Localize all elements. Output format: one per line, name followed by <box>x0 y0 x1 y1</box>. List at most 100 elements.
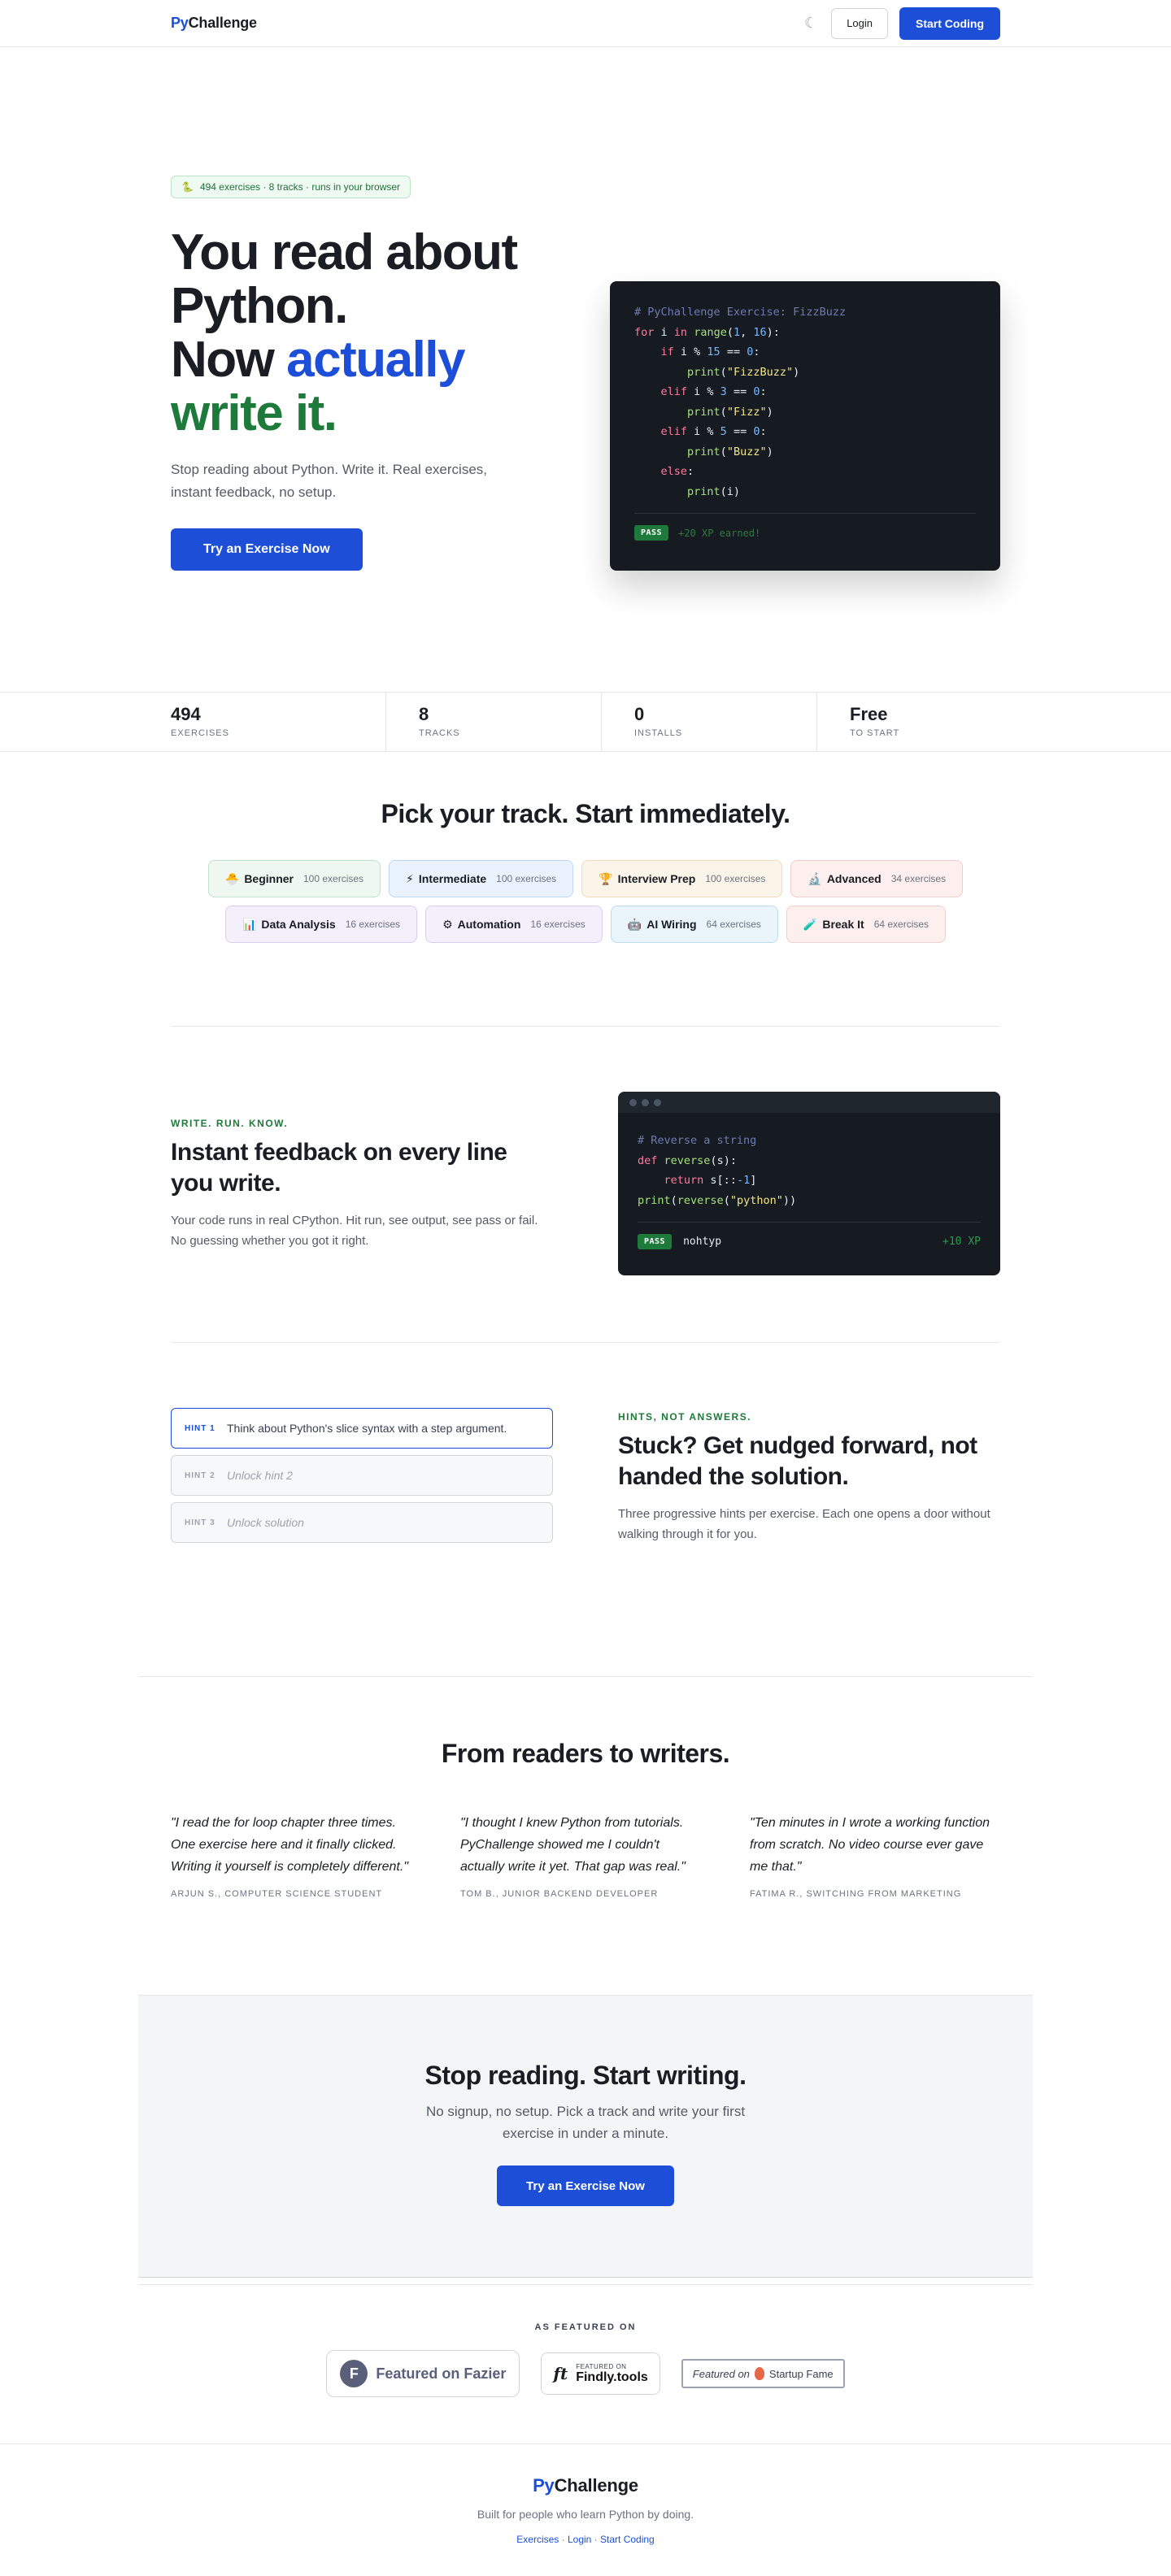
code-line: if i % 15 == 0: <box>660 345 760 358</box>
track-advanced[interactable]: 🔬 Advanced 34 exercises <box>790 860 964 897</box>
track-count: 16 exercises <box>530 919 586 930</box>
code-line: elif i % 5 == 0: <box>660 425 767 438</box>
track-name: Advanced <box>826 872 882 885</box>
separator: · <box>591 2534 601 2545</box>
code-line: print(reverse("python")) <box>638 1193 797 1207</box>
top-nav: PyChallenge ☾ Login Start Coding <box>0 0 1171 47</box>
track-automation[interactable]: ⚙ Automation 16 exercises <box>425 906 603 943</box>
hint-2[interactable]: HINT 2 Unlock hint 2 <box>171 1455 553 1496</box>
cta-button[interactable]: Try an Exercise Now <box>497 2165 674 2206</box>
fazier-badge[interactable]: F Featured on Fazier <box>326 2350 520 2397</box>
hero-title-actually: actually <box>286 332 465 388</box>
window-dot-icon <box>642 1098 649 1106</box>
hero-section: 🐍 494 exercises · 8 tracks · runs in you… <box>0 47 1171 692</box>
testimonial-list: "I read the for loop chapter three times… <box>171 1812 994 1899</box>
window-dot-icon <box>654 1098 661 1106</box>
code-comment: # Reverse a string <box>638 1134 757 1147</box>
code-line: for i in range(1, 16): <box>634 325 780 339</box>
testimonials-title: From readers to writers. <box>441 1739 730 1768</box>
track-icon: 🐣 <box>224 871 240 885</box>
track-interview-prep[interactable]: 🏆 Interview Prep 100 exercises <box>581 860 783 897</box>
track-icon: 🏆 <box>599 871 613 885</box>
quote-text: "I thought I knew Python from tutorials.… <box>460 1816 686 1874</box>
stat-value: 0 <box>634 704 645 724</box>
logo[interactable]: PyChallenge <box>171 15 257 32</box>
track-beginner[interactable]: 🐣 Beginner 100 exercises <box>207 860 381 897</box>
testimonial: "I read the for loop chapter three times… <box>171 1812 415 1899</box>
code-line: else: <box>660 465 694 478</box>
quote-text: "I read the for loop chapter three times… <box>171 1816 408 1874</box>
cta-subtitle: No signup, no setup. Pick a track and wr… <box>425 2104 746 2141</box>
track-icon: 🧪 <box>803 917 818 931</box>
terminal-output: nohtyp <box>683 1236 722 1248</box>
stat-exercises: 494 EXERCISES <box>171 693 386 751</box>
track-count: 64 exercises <box>873 919 929 930</box>
hint-tag: HINT 1 <box>185 1423 215 1433</box>
footer-link-login[interactable]: Login <box>568 2534 591 2545</box>
footer-link-start[interactable]: Start Coding <box>600 2534 655 2545</box>
code-line: return s[::-1] <box>664 1174 757 1187</box>
snake-icon: 🐍 <box>181 181 194 193</box>
hint-1[interactable]: HINT 1 Think about Python's slice syntax… <box>171 1408 553 1449</box>
footer-link-exercises[interactable]: Exercises <box>516 2534 559 2545</box>
track-name: Interview Prep <box>617 872 696 885</box>
stat-label: INSTALLS <box>634 728 683 738</box>
stats-bar: 494 EXERCISES 8 TRACKS 0 INSTALLS Free T… <box>0 692 1171 752</box>
code-line: def reverse(s): <box>638 1153 737 1167</box>
feedback-eyebrow: WRITE. RUN. KNOW. <box>171 1118 289 1129</box>
start-coding-button[interactable]: Start Coding <box>899 7 1000 40</box>
track-name: AI Wiring <box>646 918 697 931</box>
findly-text: FEATURED ON Findly.tools <box>576 2363 648 2385</box>
hints-body: Three progressive hints per exercise. Ea… <box>618 1507 990 1541</box>
track-count: 64 exercises <box>706 919 761 930</box>
track-icon: ⚡ <box>406 871 414 885</box>
track-intermediate[interactable]: ⚡ Intermediate 100 exercises <box>389 860 574 897</box>
tracks-section: Pick your track. Start immediately. 🐣 Beg… <box>0 752 1171 1026</box>
track-icon: 🔬 <box>808 871 822 885</box>
findly-big: Findly.tools <box>576 2370 648 2384</box>
hero-code-card: # PyChallenge Exercise: FizzBuzz for i i… <box>610 281 1000 571</box>
hint-3[interactable]: HINT 3 Unlock solution <box>171 1502 553 1543</box>
fame-name: Startup Fame <box>768 2367 834 2380</box>
stat-installs: 0 INSTALLS <box>602 693 817 751</box>
xp-earned: +10 XP <box>942 1236 981 1248</box>
login-button[interactable]: Login <box>831 7 888 39</box>
stat-value: Free <box>850 704 888 724</box>
track-break-it[interactable]: 🧪 Break It 64 exercises <box>786 906 947 943</box>
fazier-text: Featured on Fazier <box>376 2365 507 2382</box>
quote-author: ARJUN S., COMPUTER SCIENCE STUDENT <box>171 1889 383 1899</box>
terminal-body: # Reverse a string def reverse(s): retur… <box>618 1113 1000 1267</box>
track-count: 34 exercises <box>890 873 947 884</box>
stat-label: TRACKS <box>419 728 460 738</box>
track-data-analysis[interactable]: 📊 Data Analysis 16 exercises <box>224 906 418 943</box>
code-comment: # PyChallenge Exercise: FizzBuzz <box>634 306 847 319</box>
stat-label: EXERCISES <box>171 728 229 738</box>
hints-title: Stuck? Get nudged forward, not handed th… <box>618 1432 977 1490</box>
quote-author: TOM B., JUNIOR BACKEND DEVELOPER <box>460 1889 659 1899</box>
track-ai-wiring[interactable]: 🤖 AI Wiring 64 exercises <box>610 906 778 943</box>
stat-tracks: 8 TRACKS <box>386 693 602 751</box>
terminal-window: # Reverse a string def reverse(s): retur… <box>618 1092 1000 1275</box>
track-name: Intermediate <box>418 872 487 885</box>
findly-badge[interactable]: ft FEATURED ON Findly.tools <box>541 2352 660 2395</box>
logo-py: Py <box>533 2475 555 2496</box>
hero-subtitle: Stop reading about Python. Write it. Rea… <box>171 462 487 500</box>
hero-title-line1: You read about <box>171 224 518 280</box>
startup-fame-badge[interactable]: Featured on Startup Fame <box>681 2359 845 2388</box>
logo-rest: Challenge <box>554 2475 639 2496</box>
findly-logo-icon: ft <box>553 2364 568 2383</box>
testimonial: "Ten minutes in I wrote a working functi… <box>750 1812 994 1899</box>
track-count: 16 exercises <box>345 919 401 930</box>
footer-logo[interactable]: PyChallenge <box>533 2475 638 2496</box>
track-row: 📊 Data Analysis 16 exercises ⚙ Automation 16 … <box>224 906 947 943</box>
moon-icon[interactable]: ☾ <box>802 15 820 33</box>
separator: · <box>559 2534 568 2545</box>
hero-cta-button[interactable]: Try an Exercise Now <box>171 528 363 571</box>
code-line: print("Fizz") <box>687 405 773 419</box>
track-list: 🐣 Beginner 100 exercises ⚡ Intermediate 100 e… <box>0 860 1171 943</box>
nav-actions: ☾ Login Start Coding <box>802 7 1000 40</box>
cta-title: Stop reading. Start writing. <box>424 2061 747 2090</box>
footer: PyChallenge Built for people who learn P… <box>0 2444 1171 2574</box>
stat-price: Free TO START <box>817 693 1033 751</box>
fame-prefix: Featured on <box>692 2367 750 2380</box>
